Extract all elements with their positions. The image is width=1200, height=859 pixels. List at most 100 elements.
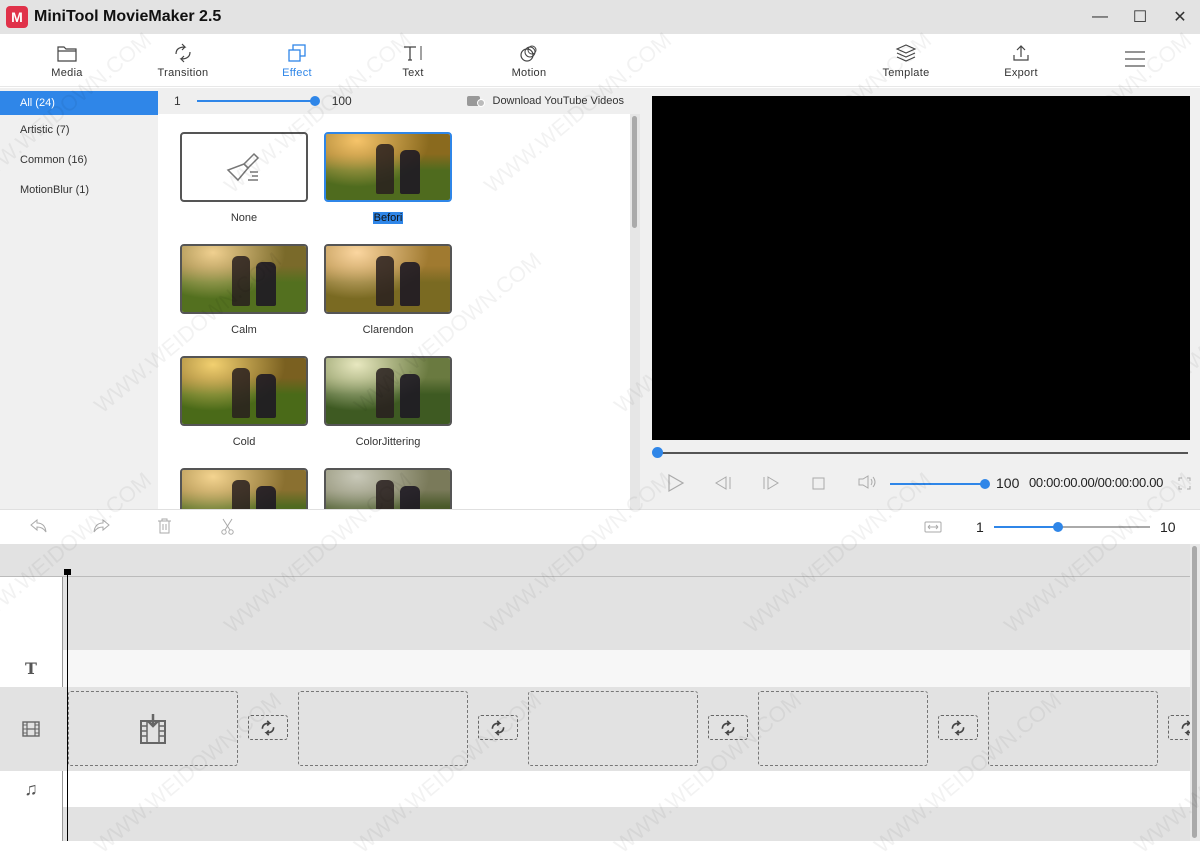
app-logo: M — [6, 6, 28, 28]
toolbar-effect[interactable]: Effect — [257, 42, 337, 79]
timeline-toolbar: 1 10 — [0, 509, 1200, 544]
redo-icon[interactable] — [92, 518, 110, 539]
effect-thumbnail[interactable] — [180, 468, 308, 509]
effect-thumbnail[interactable] — [180, 244, 308, 314]
effect-preview-image — [326, 246, 450, 312]
fit-timeline-icon[interactable] — [924, 520, 942, 538]
playhead[interactable] — [64, 569, 71, 841]
effect-thumbnail[interactable] — [324, 244, 452, 314]
transition-slot[interactable] — [248, 715, 288, 740]
timeline-zoom-slider[interactable] — [994, 520, 1150, 534]
transition-icon — [721, 719, 735, 736]
effect-item-cold[interactable]: Cold — [180, 356, 308, 450]
category-common[interactable]: Common (16) — [0, 145, 158, 175]
video-clip-slot[interactable] — [298, 691, 468, 766]
slider-thumb[interactable] — [309, 96, 320, 106]
effect-label: Cold — [232, 436, 256, 448]
effect-preview-image — [326, 358, 450, 424]
timeline-scrollbar[interactable] — [1190, 544, 1200, 841]
toolbar-transition[interactable]: Transition — [143, 42, 223, 79]
next-frame-button[interactable] — [762, 476, 780, 495]
volume-thumb[interactable] — [980, 479, 990, 489]
effect-thumbnail[interactable] — [324, 356, 452, 426]
effect-item-item-6[interactable] — [180, 468, 308, 509]
toolbar-motion[interactable]: Motion — [489, 42, 569, 79]
size-min-label: 1 — [174, 94, 181, 108]
time-display: 00:00:00.00/00:00:00.00 — [1029, 475, 1164, 490]
toolbar-export[interactable]: Export — [981, 42, 1061, 79]
toolbar-text[interactable]: Text — [373, 42, 453, 79]
playback-progress[interactable] — [652, 447, 1188, 458]
transition-slot[interactable] — [938, 715, 978, 740]
toolbar-effect-label: Effect — [282, 67, 312, 79]
zoom-min-label: 1 — [976, 519, 984, 535]
video-clip-slot[interactable] — [758, 691, 928, 766]
play-button[interactable] — [666, 473, 686, 498]
effect-label: ColorJittering — [355, 436, 421, 448]
undo-icon[interactable] — [30, 518, 48, 539]
effect-item-clarendon[interactable]: Clarendon — [324, 244, 452, 338]
audio-track[interactable] — [63, 771, 1190, 807]
layers-icon — [866, 42, 946, 64]
effect-thumbnail[interactable] — [180, 356, 308, 426]
effect-grid-scrollbar[interactable] — [630, 114, 640, 509]
effect-preview-image — [182, 246, 306, 312]
size-max-label: 100 — [331, 94, 352, 108]
fullscreen-icon[interactable] — [1178, 477, 1191, 495]
main-toolbar: Media Transition Effect Text Motion Temp… — [0, 34, 1200, 87]
scissors-icon[interactable] — [220, 518, 235, 540]
menu-icon[interactable] — [1124, 50, 1146, 73]
volume-icon[interactable] — [858, 475, 878, 494]
film-icon — [22, 721, 40, 737]
stop-button[interactable] — [812, 477, 825, 495]
transition-icon — [261, 719, 275, 736]
effect-thumbnail[interactable] — [324, 132, 452, 202]
text-track-header: T — [0, 650, 62, 687]
close-button[interactable]: ✕ — [1160, 0, 1200, 34]
effect-item-calm[interactable]: Calm — [180, 244, 308, 338]
import-media-icon — [140, 714, 166, 744]
zoom-thumb[interactable] — [1052, 522, 1063, 532]
text-track-icon: T — [25, 659, 37, 678]
category-artistic[interactable]: Artistic (7) — [0, 115, 158, 145]
toolbar-template[interactable]: Template — [866, 42, 946, 79]
minimize-button[interactable]: — — [1080, 0, 1120, 34]
toolbar-media[interactable]: Media — [27, 42, 107, 79]
previous-frame-button[interactable] — [714, 476, 732, 495]
video-clip-slot[interactable] — [988, 691, 1158, 766]
category-count: (1) — [75, 184, 90, 196]
effect-thumbnail[interactable] — [324, 468, 452, 509]
download-youtube-label: Download YouTube Videos — [492, 95, 625, 107]
effect-preview-image — [182, 470, 306, 509]
effect-item-item-7[interactable] — [324, 468, 452, 509]
category-all[interactable]: All (24) — [0, 91, 158, 115]
effect-thumbnail[interactable] — [180, 132, 308, 202]
effect-item-colorjittering[interactable]: ColorJittering — [324, 356, 452, 450]
delete-icon[interactable] — [157, 518, 172, 539]
thumbnail-size-slider[interactable] — [196, 94, 320, 108]
text-icon — [373, 42, 453, 64]
volume-slider[interactable] — [890, 477, 990, 491]
folder-icon — [27, 42, 107, 64]
transition-slot[interactable] — [478, 715, 518, 740]
music-note-icon: ♫ — [24, 778, 38, 799]
transition-slot[interactable] — [708, 715, 748, 740]
download-youtube-button[interactable]: Download YouTube Videos — [466, 95, 625, 107]
category-motionblur[interactable]: MotionBlur (1) — [0, 175, 158, 205]
category-count: (24) — [35, 97, 55, 109]
effect-item-none[interactable]: None — [180, 132, 308, 226]
motion-icon — [489, 42, 569, 64]
video-clip-slot[interactable] — [528, 691, 698, 766]
category-count: (16) — [67, 154, 88, 166]
progress-thumb[interactable] — [652, 447, 663, 458]
maximize-button[interactable]: ☐ — [1120, 0, 1160, 34]
effect-item-befori[interactable]: Befori — [324, 132, 452, 226]
effect-preview-image — [182, 358, 306, 424]
transition-icon — [143, 42, 223, 64]
upload-icon — [981, 42, 1061, 64]
toolbar-motion-label: Motion — [511, 67, 547, 79]
video-clip-slot[interactable] — [68, 691, 238, 766]
toolbar-template-label: Template — [882, 67, 930, 79]
text-track[interactable] — [63, 650, 1190, 687]
category-label: All — [20, 97, 33, 109]
